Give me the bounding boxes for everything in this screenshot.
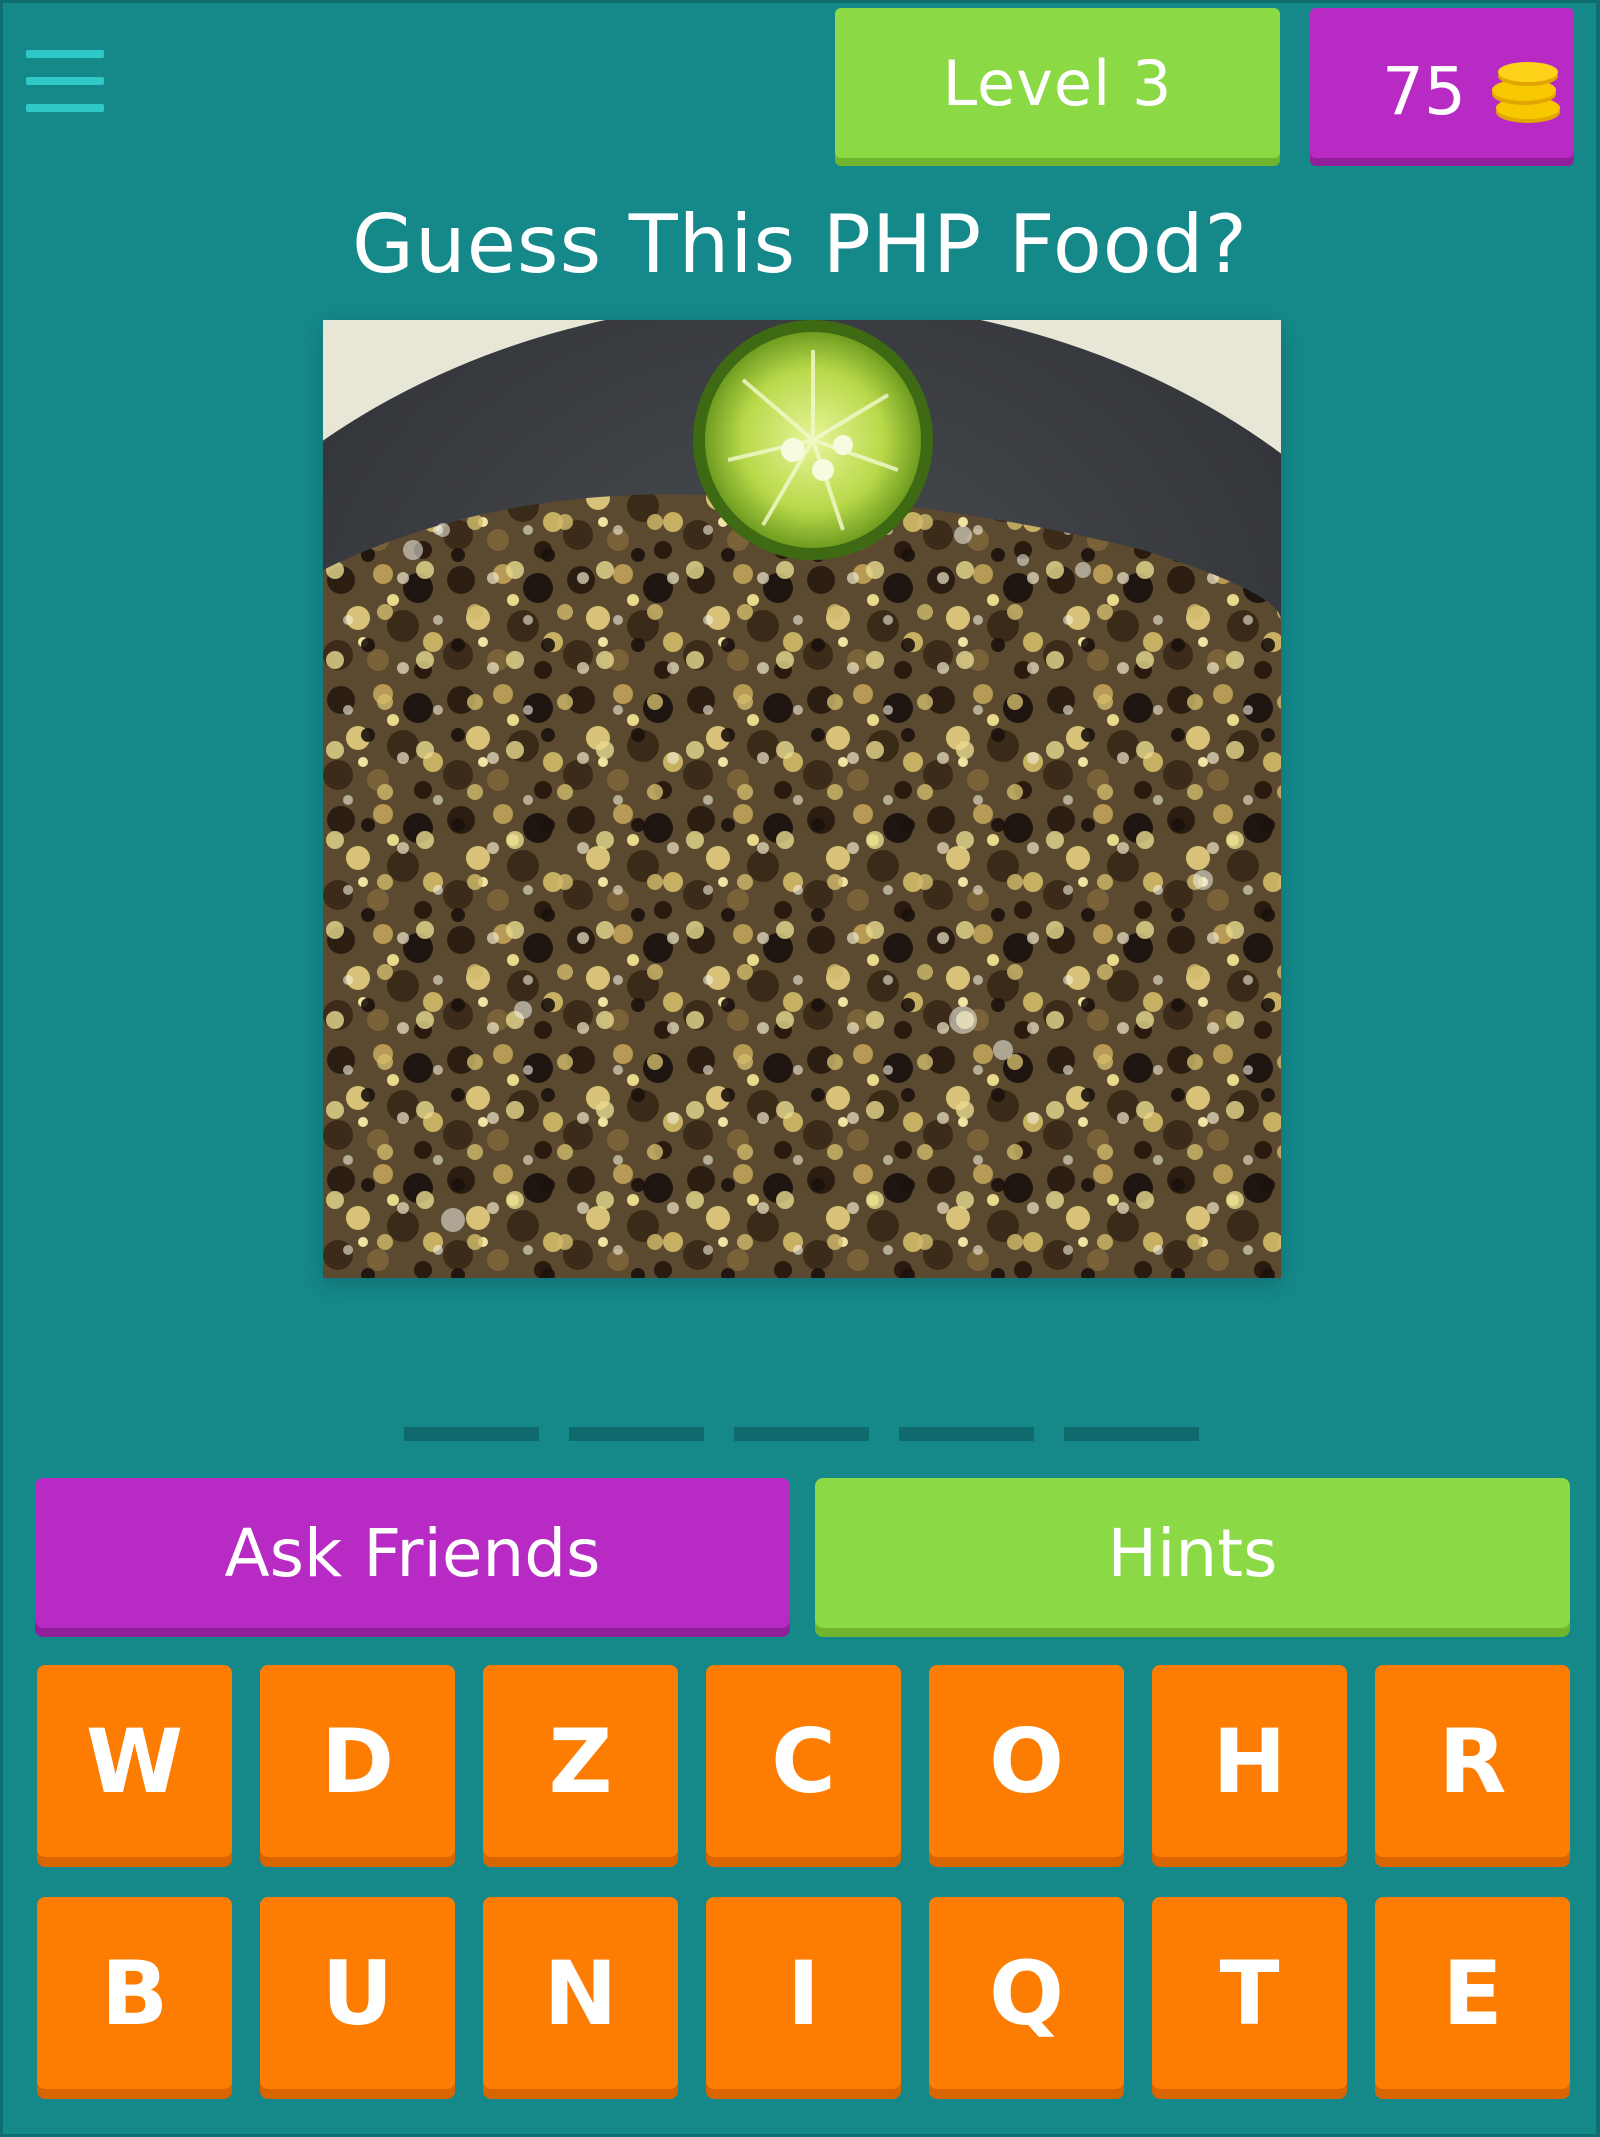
letter-key[interactable]: N xyxy=(483,1897,678,2089)
letter-key-label: N xyxy=(543,1941,618,2045)
letter-key-label: D xyxy=(320,1709,395,1813)
level-label: Level 3 xyxy=(942,46,1173,120)
answer-slot[interactable] xyxy=(1064,1427,1199,1441)
letter-key[interactable]: D xyxy=(260,1665,455,1857)
answer-slot[interactable] xyxy=(734,1427,869,1441)
letter-key[interactable]: B xyxy=(37,1897,232,2089)
letter-key[interactable]: I xyxy=(706,1897,901,2089)
menu-bar xyxy=(26,104,104,112)
letter-key[interactable]: Z xyxy=(483,1665,678,1857)
hints-button[interactable]: Hints xyxy=(815,1478,1570,1628)
letter-key-label: U xyxy=(321,1941,394,2045)
ask-friends-button[interactable]: Ask Friends xyxy=(35,1478,790,1628)
menu-icon[interactable] xyxy=(26,46,106,116)
answer-slot[interactable] xyxy=(404,1427,539,1441)
letter-key-label: Q xyxy=(989,1941,1064,2045)
letter-key-label: T xyxy=(1219,1941,1280,2045)
letter-key-label: O xyxy=(989,1709,1064,1813)
coin-count: 75 xyxy=(1382,53,1466,130)
ask-friends-label: Ask Friends xyxy=(224,1514,601,1592)
letter-key[interactable]: W xyxy=(37,1665,232,1857)
letter-key-label: Z xyxy=(548,1709,613,1813)
letter-key-label: E xyxy=(1442,1941,1503,2045)
level-badge: Level 3 xyxy=(835,8,1280,158)
coin-stack-icon xyxy=(1492,62,1560,123)
sizzling-food-illustration xyxy=(323,320,1281,1278)
letter-key[interactable]: T xyxy=(1152,1897,1347,2089)
letter-key[interactable]: E xyxy=(1375,1897,1570,2089)
letter-key-label: C xyxy=(771,1709,836,1813)
food-image xyxy=(323,320,1281,1278)
letter-key-label: H xyxy=(1212,1709,1287,1813)
letter-key-label: I xyxy=(787,1941,820,2045)
letter-key[interactable]: O xyxy=(929,1665,1124,1857)
letter-key[interactable]: C xyxy=(706,1665,901,1857)
answer-slot[interactable] xyxy=(899,1427,1034,1441)
letter-key-label: B xyxy=(100,1941,169,2045)
menu-bar xyxy=(26,50,104,58)
letter-key[interactable]: Q xyxy=(929,1897,1124,2089)
letter-key[interactable]: H xyxy=(1152,1665,1347,1857)
hints-label: Hints xyxy=(1107,1514,1278,1592)
answer-slot[interactable] xyxy=(569,1427,704,1441)
letter-key-label: W xyxy=(85,1709,184,1813)
coins-badge[interactable]: 75 xyxy=(1310,8,1574,158)
menu-bar xyxy=(26,77,104,85)
question-title: Guess This PHP Food? xyxy=(352,198,1248,291)
letter-key[interactable]: R xyxy=(1375,1665,1570,1857)
letter-key[interactable]: U xyxy=(260,1897,455,2089)
letter-key-label: R xyxy=(1438,1709,1507,1813)
